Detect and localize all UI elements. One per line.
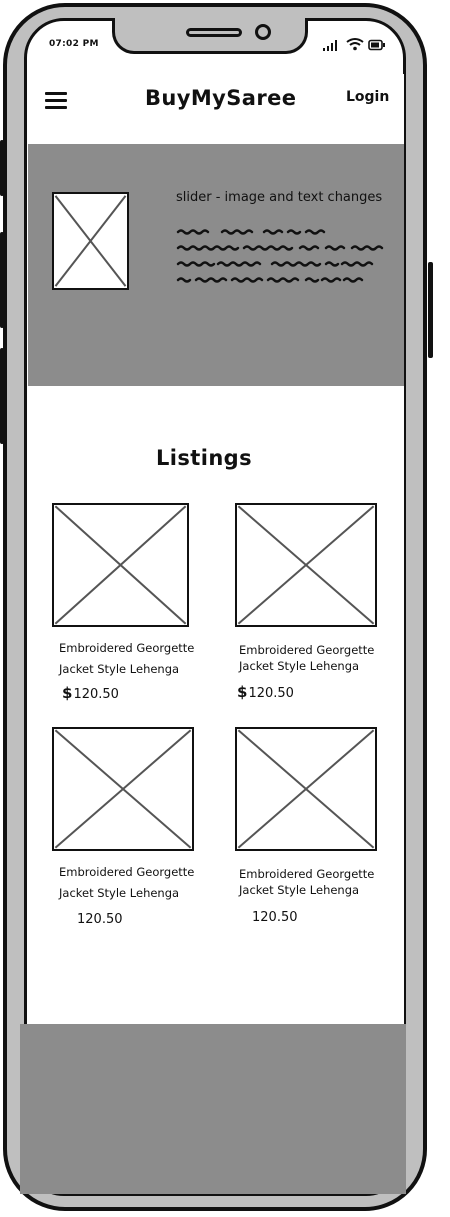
listing-name[interactable]: Embroidered Georgette Jacket Style Lehen… <box>59 862 194 904</box>
status-icons <box>322 36 388 54</box>
front-camera <box>255 24 271 40</box>
price-value: 120.50 <box>252 910 298 925</box>
listing-price: $120.50 <box>237 683 294 701</box>
footer-band <box>20 1024 406 1194</box>
speaker-grille <box>186 28 242 37</box>
listings-section: Listings Embroidered Georgette Jacket St… <box>28 386 404 1024</box>
listing-price: 120.50 <box>76 909 123 927</box>
signal-icon <box>323 40 337 51</box>
listing-name[interactable]: Embroidered Georgette Jacket Style Lehen… <box>239 866 374 898</box>
listing-name-line: Jacket Style Lehenga <box>59 886 180 900</box>
listing-name-line: Jacket Style Lehenga <box>239 659 360 673</box>
login-link[interactable]: Login <box>346 89 389 105</box>
currency-symbol: $ <box>237 683 248 701</box>
listing-name-line: Embroidered Georgette <box>239 867 375 881</box>
price-value: 120.50 <box>77 912 123 927</box>
menu-icon[interactable] <box>45 92 67 110</box>
image-placeholder-icon[interactable] <box>235 727 377 851</box>
image-placeholder-icon <box>52 192 129 290</box>
wifi-icon <box>346 38 364 51</box>
listing-name[interactable]: Embroidered Georgette Jacket Style Lehen… <box>239 642 374 674</box>
listing-name-line: Jacket Style Lehenga <box>59 662 180 676</box>
image-placeholder-icon[interactable] <box>52 727 194 851</box>
listing-name-line: Jacket Style Lehenga <box>239 883 360 897</box>
listing-name-line: Embroidered Georgette <box>59 641 195 655</box>
hero-slider[interactable]: slider - image and text changes <box>28 144 404 386</box>
app-header: BuyMySaree Login <box>28 74 404 144</box>
battery-icon <box>368 39 385 51</box>
listing-price: $120.50 <box>62 684 119 702</box>
phone-side-button <box>0 140 4 196</box>
listing-price: 120.50 <box>251 907 298 925</box>
listing-name-line: Embroidered Georgette <box>239 643 375 657</box>
slider-title: slider - image and text changes <box>176 190 383 205</box>
listings-title: Listings <box>156 446 252 470</box>
listing-name[interactable]: Embroidered Georgette Jacket Style Lehen… <box>59 638 194 680</box>
price-value: 120.50 <box>248 686 294 701</box>
brand-title: BuyMySaree <box>145 86 297 110</box>
phone-side-button <box>0 232 4 328</box>
currency-symbol: $ <box>62 684 73 702</box>
status-time: 07:02 PM <box>49 39 99 49</box>
listing-name-line: Embroidered Georgette <box>59 865 195 879</box>
phone-power-button <box>428 262 433 358</box>
placeholder-text-scribble <box>176 229 384 283</box>
image-placeholder-icon[interactable] <box>235 503 377 627</box>
image-placeholder-icon[interactable] <box>52 503 189 627</box>
phone-side-button <box>0 348 4 444</box>
price-value: 120.50 <box>73 687 119 702</box>
